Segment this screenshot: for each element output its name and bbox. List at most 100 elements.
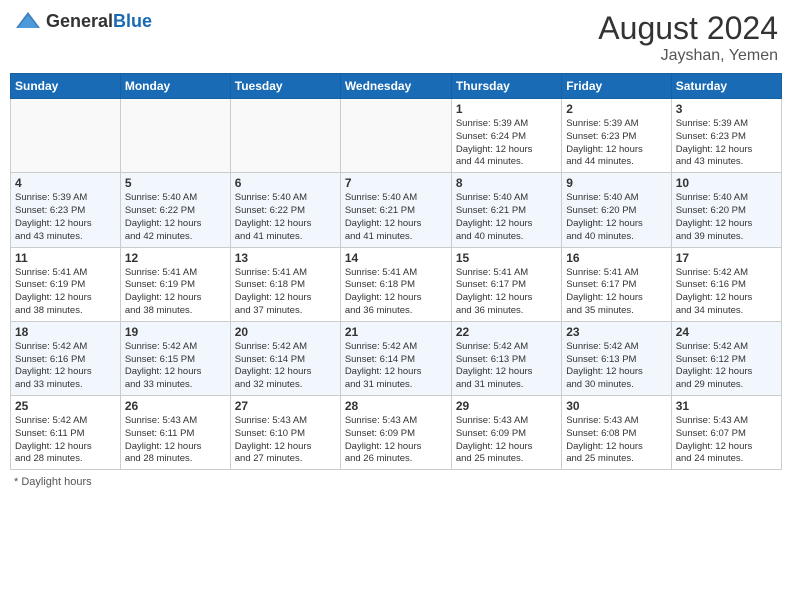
day-info: Sunrise: 5:41 AM Sunset: 6:17 PM Dayligh… <box>566 267 666 318</box>
calendar-cell: 31 Sunrise: 5:43 AM Sunset: 6:07 PM Dayli… <box>671 396 781 470</box>
calendar-cell: 15Sunrise: 5:41 AM Sunset: 6:17 PM Dayli… <box>451 247 561 321</box>
day-info: Sunrise: 5:39 AM Sunset: 6:24 PM Dayligh… <box>456 118 557 169</box>
calendar-cell: 1 Sunrise: 5:39 AM Sunset: 6:24 PM Daylig… <box>451 99 561 173</box>
day-number: 8 <box>456 176 557 190</box>
day-info: Sunrise: 5:42 AM Sunset: 6:14 PM Dayligh… <box>235 341 336 392</box>
col-header-wednesday: Wednesday <box>340 74 451 99</box>
calendar-cell: 28 Sunrise: 5:43 AM Sunset: 6:09 PM Dayli… <box>340 396 451 470</box>
calendar-cell: 6Sunrise: 5:40 AM Sunset: 6:22 PM Daylig… <box>230 173 340 247</box>
day-number: 15 <box>456 251 557 265</box>
calendar-cell: 12 Sunrise: 5:41 AM Sunset: 6:19 PM Dayli… <box>120 247 230 321</box>
day-info: Sunrise: 5:42 AM Sunset: 6:16 PM Dayligh… <box>15 341 116 392</box>
calendar-cell: 21Sunrise: 5:42 AM Sunset: 6:14 PM Dayli… <box>340 321 451 395</box>
calendar-week-5: 25 Sunrise: 5:42 AM Sunset: 6:11 PM Dayli… <box>11 396 782 470</box>
day-info: Sunrise: 5:43 AM Sunset: 6:09 PM Dayligh… <box>456 415 557 466</box>
day-number: 31 <box>676 399 777 413</box>
day-number: 24 <box>676 325 777 339</box>
day-number: 28 <box>345 399 447 413</box>
calendar-cell: 14Sunrise: 5:41 AM Sunset: 6:18 PM Dayli… <box>340 247 451 321</box>
day-number: 5 <box>125 176 226 190</box>
calendar-cell: 8 Sunrise: 5:40 AM Sunset: 6:21 PM Daylig… <box>451 173 561 247</box>
footer-note: * Daylight hours <box>10 476 782 488</box>
calendar-cell: 24 Sunrise: 5:42 AM Sunset: 6:12 PM Dayli… <box>671 321 781 395</box>
col-header-thursday: Thursday <box>451 74 561 99</box>
day-number: 25 <box>15 399 116 413</box>
day-info: Sunrise: 5:40 AM Sunset: 6:21 PM Dayligh… <box>345 192 447 243</box>
day-info: Sunrise: 5:42 AM Sunset: 6:12 PM Dayligh… <box>676 341 777 392</box>
day-number: 1 <box>456 102 557 116</box>
day-number: 17 <box>676 251 777 265</box>
day-number: 7 <box>345 176 447 190</box>
calendar-cell: 25 Sunrise: 5:42 AM Sunset: 6:11 PM Dayli… <box>11 396 121 470</box>
calendar-cell: 26Sunrise: 5:43 AM Sunset: 6:11 PM Dayli… <box>120 396 230 470</box>
calendar-cell <box>11 99 121 173</box>
calendar-cell <box>230 99 340 173</box>
day-info: Sunrise: 5:42 AM Sunset: 6:11 PM Dayligh… <box>15 415 116 466</box>
day-info: Sunrise: 5:43 AM Sunset: 6:10 PM Dayligh… <box>235 415 336 466</box>
calendar-week-1: 1 Sunrise: 5:39 AM Sunset: 6:24 PM Daylig… <box>11 99 782 173</box>
day-number: 16 <box>566 251 666 265</box>
logo-blue: Blue <box>113 11 152 31</box>
day-info: Sunrise: 5:42 AM Sunset: 6:13 PM Dayligh… <box>456 341 557 392</box>
logo-icon <box>14 10 42 32</box>
calendar-cell: 9 Sunrise: 5:40 AM Sunset: 6:20 PM Daylig… <box>562 173 671 247</box>
day-info: Sunrise: 5:40 AM Sunset: 6:21 PM Dayligh… <box>456 192 557 243</box>
day-info: Sunrise: 5:40 AM Sunset: 6:22 PM Dayligh… <box>125 192 226 243</box>
col-header-sunday: Sunday <box>11 74 121 99</box>
day-info: Sunrise: 5:40 AM Sunset: 6:22 PM Dayligh… <box>235 192 336 243</box>
month-year: August 2024 <box>598 10 778 47</box>
day-info: Sunrise: 5:43 AM Sunset: 6:11 PM Dayligh… <box>125 415 226 466</box>
day-number: 27 <box>235 399 336 413</box>
day-number: 23 <box>566 325 666 339</box>
calendar-week-4: 18 Sunrise: 5:42 AM Sunset: 6:16 PM Dayli… <box>11 321 782 395</box>
calendar-cell: 4Sunrise: 5:39 AM Sunset: 6:23 PM Daylig… <box>11 173 121 247</box>
calendar-cell <box>340 99 451 173</box>
calendar-cell: 16 Sunrise: 5:41 AM Sunset: 6:17 PM Dayli… <box>562 247 671 321</box>
day-number: 12 <box>125 251 226 265</box>
day-number: 13 <box>235 251 336 265</box>
day-info: Sunrise: 5:40 AM Sunset: 6:20 PM Dayligh… <box>566 192 666 243</box>
day-info: Sunrise: 5:39 AM Sunset: 6:23 PM Dayligh… <box>566 118 666 169</box>
day-number: 10 <box>676 176 777 190</box>
footer-note-text: Daylight hours <box>21 476 91 488</box>
calendar-cell: 17 Sunrise: 5:42 AM Sunset: 6:16 PM Dayli… <box>671 247 781 321</box>
day-info: Sunrise: 5:43 AM Sunset: 6:07 PM Dayligh… <box>676 415 777 466</box>
day-number: 9 <box>566 176 666 190</box>
calendar-week-2: 4Sunrise: 5:39 AM Sunset: 6:23 PM Daylig… <box>11 173 782 247</box>
day-info: Sunrise: 5:41 AM Sunset: 6:18 PM Dayligh… <box>235 267 336 318</box>
day-number: 21 <box>345 325 447 339</box>
calendar-cell: 27 Sunrise: 5:43 AM Sunset: 6:10 PM Dayli… <box>230 396 340 470</box>
logo-text: GeneralBlue <box>46 11 152 32</box>
col-header-monday: Monday <box>120 74 230 99</box>
calendar-cell: 2Sunrise: 5:39 AM Sunset: 6:23 PM Daylig… <box>562 99 671 173</box>
calendar-cell: 30 Sunrise: 5:43 AM Sunset: 6:08 PM Dayli… <box>562 396 671 470</box>
logo-general: General <box>46 11 113 31</box>
calendar-header-row: SundayMondayTuesdayWednesdayThursdayFrid… <box>11 74 782 99</box>
day-info: Sunrise: 5:42 AM Sunset: 6:16 PM Dayligh… <box>676 267 777 318</box>
day-number: 29 <box>456 399 557 413</box>
day-number: 19 <box>125 325 226 339</box>
calendar-cell: 18 Sunrise: 5:42 AM Sunset: 6:16 PM Dayli… <box>11 321 121 395</box>
day-number: 18 <box>15 325 116 339</box>
calendar-cell: 11Sunrise: 5:41 AM Sunset: 6:19 PM Dayli… <box>11 247 121 321</box>
day-info: Sunrise: 5:43 AM Sunset: 6:09 PM Dayligh… <box>345 415 447 466</box>
calendar-cell: 10 Sunrise: 5:40 AM Sunset: 6:20 PM Dayli… <box>671 173 781 247</box>
calendar-cell: 13 Sunrise: 5:41 AM Sunset: 6:18 PM Dayli… <box>230 247 340 321</box>
day-info: Sunrise: 5:39 AM Sunset: 6:23 PM Dayligh… <box>676 118 777 169</box>
day-info: Sunrise: 5:40 AM Sunset: 6:20 PM Dayligh… <box>676 192 777 243</box>
title-block: August 2024 Jayshan, Yemen <box>598 10 778 65</box>
calendar-week-3: 11 Sunrise: 5:41 AM Sunset: 6:19 PM Dayli… <box>11 247 782 321</box>
calendar-cell: 23 Sunrise: 5:42 AM Sunset: 6:13 PM Dayli… <box>562 321 671 395</box>
logo: GeneralBlue <box>14 10 152 32</box>
day-number: 14 <box>345 251 447 265</box>
day-info: Sunrise: 5:39 AM Sunset: 6:23 PM Dayligh… <box>15 192 116 243</box>
day-number: 22 <box>456 325 557 339</box>
calendar-cell: 5 Sunrise: 5:40 AM Sunset: 6:22 PM Daylig… <box>120 173 230 247</box>
day-number: 11 <box>15 251 116 265</box>
day-number: 30 <box>566 399 666 413</box>
day-info: Sunrise: 5:42 AM Sunset: 6:13 PM Dayligh… <box>566 341 666 392</box>
calendar-cell: 29 Sunrise: 5:43 AM Sunset: 6:09 PM Dayli… <box>451 396 561 470</box>
day-info: Sunrise: 5:41 AM Sunset: 6:19 PM Dayligh… <box>125 267 226 318</box>
calendar-cell <box>120 99 230 173</box>
day-info: Sunrise: 5:43 AM Sunset: 6:08 PM Dayligh… <box>566 415 666 466</box>
